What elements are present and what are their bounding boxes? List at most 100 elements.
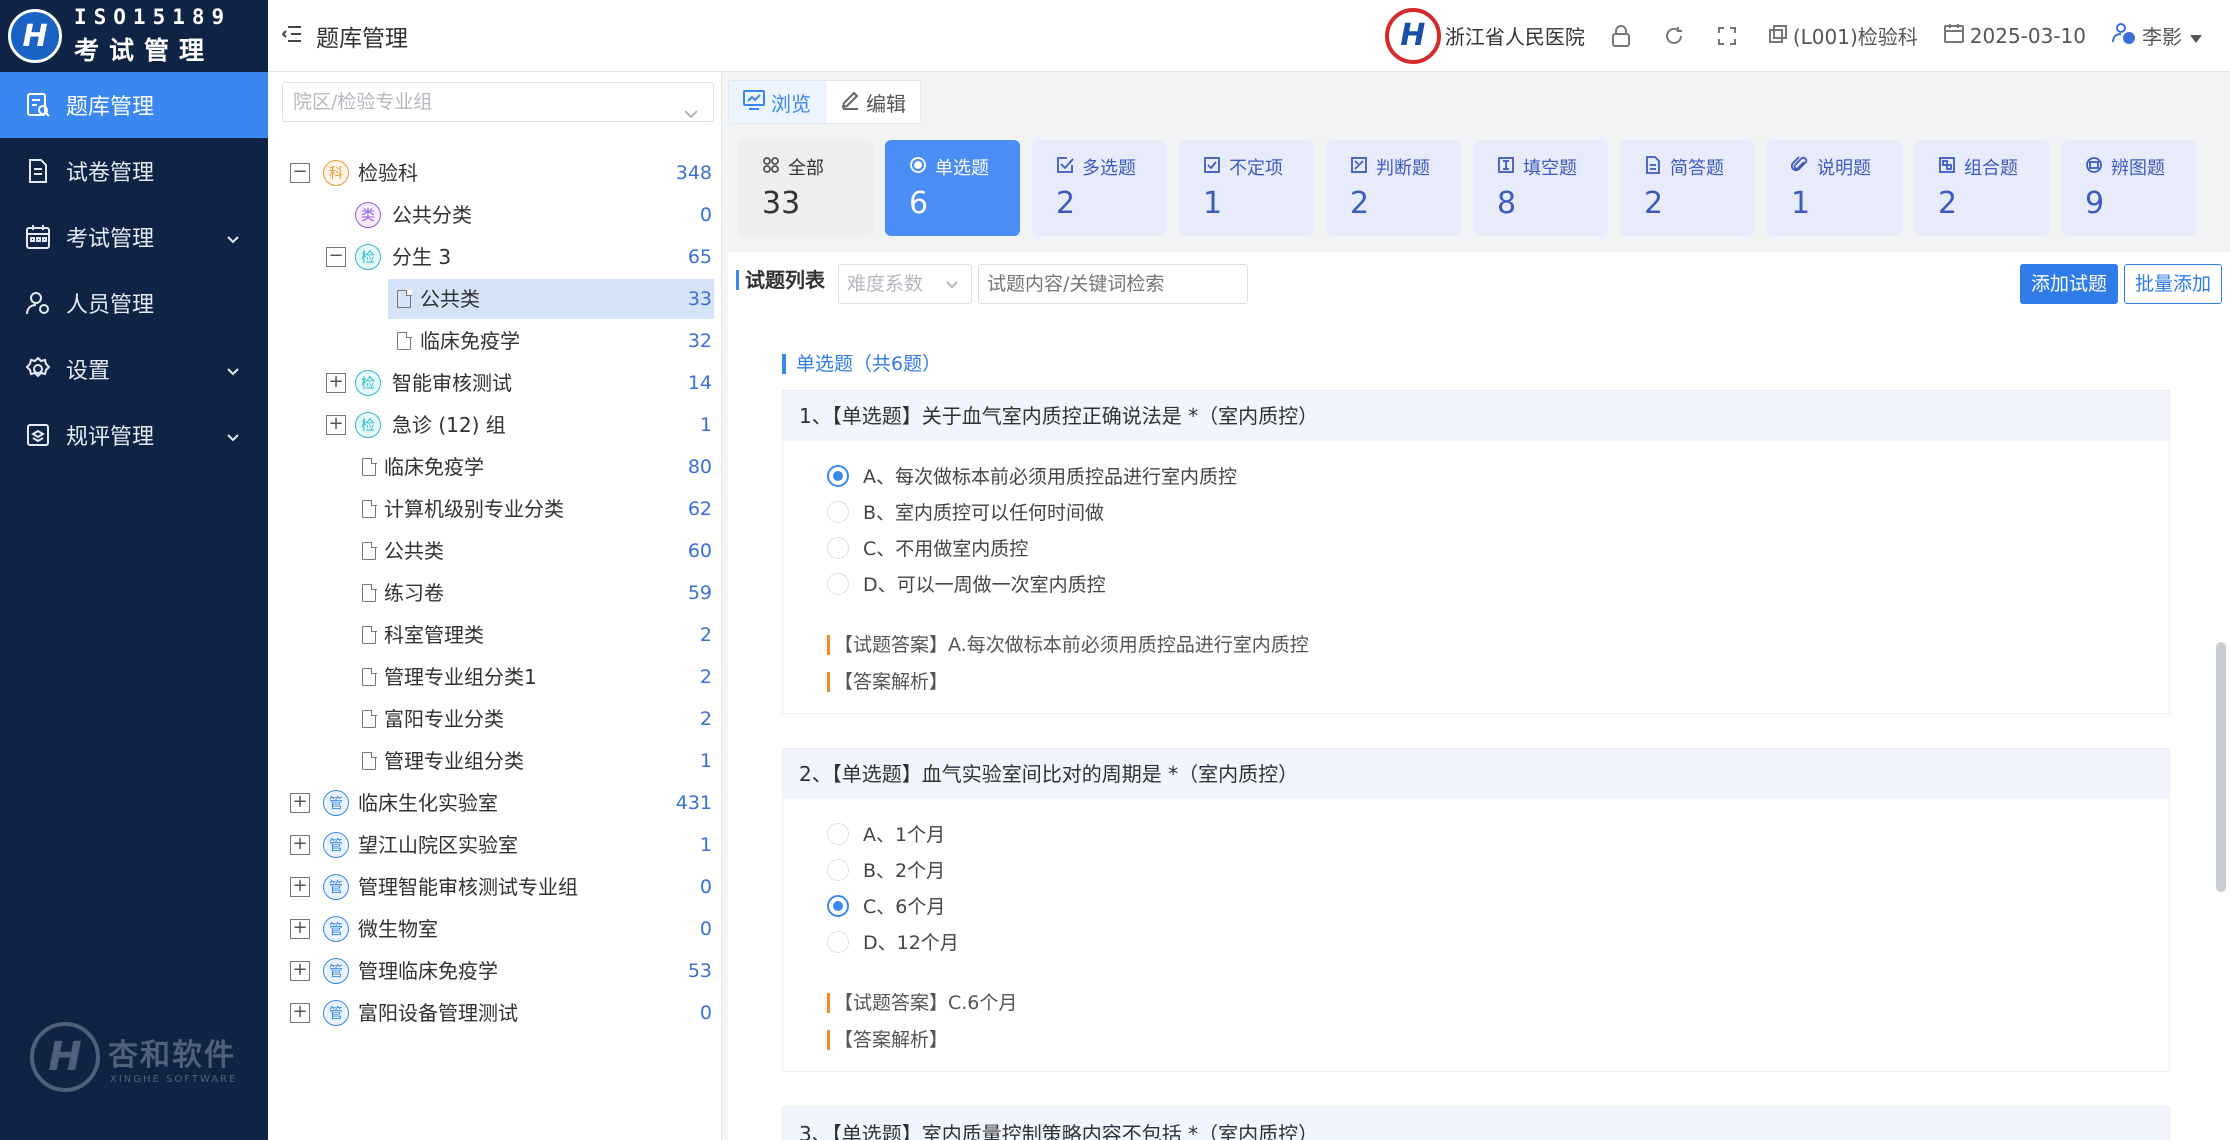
type-card-fill-blank[interactable]: 填空题 8 [1473,140,1608,236]
tab-edit[interactable]: 编辑 [825,81,920,123]
question-search-input[interactable] [978,264,1248,304]
sidebar-item-papers[interactable]: 试卷管理 [0,138,268,204]
type-card-indefinite[interactable]: 不定项 1 [1179,140,1314,236]
type-card-label: 简答题 [1670,158,1724,179]
expand-icon[interactable]: + [326,373,346,393]
type-card-label: 说明题 [1817,158,1871,179]
tree-node[interactable]: 富阳专业分类 2 [268,699,722,739]
menu-fold-icon[interactable] [281,25,304,47]
expand-icon[interactable]: + [290,793,310,813]
option-text: B、2个月 [863,860,946,882]
user-menu[interactable]: 李影 [2112,21,2208,50]
question-option[interactable]: C、不用做室内质控 [827,534,1028,561]
expand-icon[interactable]: + [290,1003,310,1023]
type-card-explain[interactable]: 说明题 1 [1767,140,1902,236]
logo-line1: ISO15189 [74,5,232,29]
tree-node[interactable]: + 管 临床生化实验室 431 [268,783,722,823]
tree-node[interactable]: 计算机级别专业分类 62 [268,489,722,529]
type-card-single-choice[interactable]: 单选题 6 [885,140,1020,236]
type-card-multi-choice[interactable]: 多选题 2 [1032,140,1167,236]
fullscreen-icon[interactable] [1717,26,1743,46]
lab-badge-icon: 管 [323,832,349,858]
difficulty-select[interactable]: 难度系数 [838,264,972,304]
tree-node-label: 望江山院区实验室 [358,833,518,857]
tree-node-count: 2 [699,666,712,688]
file-icon [362,751,377,770]
refresh-icon[interactable] [1663,25,1691,47]
tab-browse[interactable]: 浏览 [729,81,825,123]
checkbox-icon [1056,156,1074,179]
tree-node[interactable]: + 检 智能审核测试 14 [268,363,722,403]
type-card-image-identify[interactable]: 辨图题 9 [2061,140,2196,236]
tree-node[interactable]: 临床免疫学 32 [268,321,722,361]
expand-icon[interactable]: + [290,961,310,981]
tree-node[interactable]: + 管 管理临床免疫学 53 [268,951,722,991]
question-option[interactable]: D、可以一周做一次室内质控 [827,570,1106,597]
tree-node[interactable]: + 管 富阳设备管理测试 0 [268,993,722,1033]
tree-node[interactable]: + 管 望江山院区实验室 1 [268,825,722,865]
sidebar-item-settings[interactable]: 设置 [0,336,268,402]
type-card-all[interactable]: 全部 33 [738,140,873,236]
collapse-icon[interactable]: − [326,247,346,267]
tree-node-count: 33 [687,288,712,310]
tree-node[interactable]: 管理专业组分类1 2 [268,657,722,697]
file-icon [362,457,377,476]
caret-down-icon [2190,24,2208,48]
campus-group-select[interactable]: 院区/检验专业组 [282,82,714,122]
user-gear-icon [24,289,52,317]
dept-badge-icon: 科 [323,160,349,186]
question-option[interactable]: C、6个月 [827,892,945,919]
collapse-icon[interactable]: − [290,163,310,183]
sidebar-item-question-bank[interactable]: 题库管理 [0,72,268,138]
user-avatar-icon [2112,22,2142,49]
tree-node[interactable]: 公共类 60 [268,531,722,571]
chevron-down-icon [226,226,240,251]
judge-icon [1350,156,1368,179]
type-card-count: 2 [1644,186,1664,221]
tree-node-count: 32 [687,330,712,352]
tree-node[interactable]: + 管 管理智能审核测试专业组 0 [268,867,722,907]
question-option[interactable]: A、每次做标本前必须用质控品进行室内质控 [827,462,1237,489]
tree-node[interactable]: 科室管理类 2 [268,615,722,655]
question-option[interactable]: B、2个月 [827,856,945,883]
tree-node-label: 检验科 [358,161,418,185]
expand-icon[interactable]: + [290,877,310,897]
scrollbar[interactable] [2216,642,2226,892]
type-card-combined[interactable]: 组合题 2 [1914,140,2049,236]
tree-node[interactable]: + 检 急诊 (12) 组 1 [268,405,722,445]
tree-node[interactable]: 类 公共分类 0 [268,195,722,235]
tree-node[interactable]: − 检 分生 3 65 [268,237,722,277]
radio-icon [827,822,849,845]
top-header: 题库管理 H 浙江省人民医院 (L001)检验科 2025-03-10 李影 [268,0,2230,72]
tree-node[interactable]: 管理专业组分类 1 [268,741,722,781]
radio-icon [827,930,849,953]
brand-sub: XINGHE SOFTWARE [110,1073,238,1085]
radio-icon [827,858,849,881]
sidebar-item-evaluation[interactable]: 规评管理 [0,402,268,468]
type-card-short-answer[interactable]: 简答题 2 [1620,140,1755,236]
expand-icon[interactable]: + [290,919,310,939]
type-card-judge[interactable]: 判断题 2 [1326,140,1461,236]
batch-add-button[interactable]: 批量添加 [2124,264,2222,304]
sidebar-item-exams[interactable]: 考试管理 [0,204,268,270]
sidebar-item-people[interactable]: 人员管理 [0,270,268,336]
question-option[interactable]: B、室内质控可以任何时间做 [827,498,1104,525]
tree-node-selected[interactable]: 公共类 33 [268,279,722,319]
type-card-count: 9 [2085,186,2105,221]
logo-mark-icon: H [8,9,62,63]
expand-icon[interactable]: + [290,835,310,855]
tree-node[interactable]: + 管 微生物室 0 [268,909,722,949]
expand-icon[interactable]: + [326,415,346,435]
tree-node[interactable]: 临床免疫学 80 [268,447,722,487]
question-option[interactable]: A、1个月 [827,820,945,847]
lab-badge-icon: 管 [323,958,349,984]
lock-icon[interactable] [1611,24,1637,47]
question-option[interactable]: D、12个月 [827,928,959,955]
department-selector[interactable]: (L001)检验科 [1768,21,1918,50]
tree-node[interactable]: 练习卷 59 [268,573,722,613]
type-card-count: 6 [909,186,929,221]
add-question-button[interactable]: 添加试题 [2020,264,2118,304]
tree-node[interactable]: − 科 检验科 348 [268,153,722,193]
company-brand: H 杏和软件 XINGHE SOFTWARE [30,1022,237,1092]
list-title: 试题列表 [736,270,825,290]
